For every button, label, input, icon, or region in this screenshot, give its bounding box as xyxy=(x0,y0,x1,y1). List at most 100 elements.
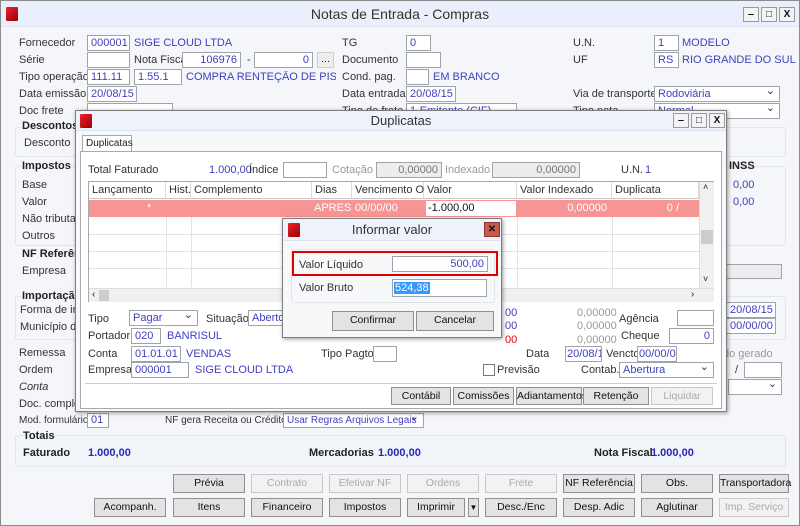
previa-button[interactable]: Prévia xyxy=(173,474,245,493)
col-complemento[interactable]: Complemento xyxy=(191,182,312,199)
indice-input[interactable] xyxy=(283,162,327,178)
valor-bruto-input[interactable]: 524,38 xyxy=(392,279,487,297)
scroll-up-icon[interactable]: ˄ xyxy=(703,182,708,192)
obs-button[interactable]: Obs. xyxy=(641,474,713,493)
serie-input[interactable] xyxy=(87,52,130,68)
ordens-button[interactable]: Ordens xyxy=(407,474,479,493)
maximize-button[interactable]: □ xyxy=(761,7,777,22)
documento-input[interactable] xyxy=(406,52,441,68)
col-lancamento[interactable]: Lançamento xyxy=(89,182,166,199)
conta-select[interactable] xyxy=(728,379,782,395)
uf-input[interactable]: RS xyxy=(654,52,679,68)
scroll-thumb[interactable] xyxy=(701,230,713,244)
descontos-title: Descontos xyxy=(22,120,79,132)
previsao-checkbox[interactable] xyxy=(483,364,495,376)
hscroll-thumb[interactable] xyxy=(99,290,109,301)
conta-label: Conta xyxy=(88,348,118,360)
col-valor[interactable]: Valor xyxy=(424,182,517,199)
cancelar-button[interactable]: Cancelar xyxy=(416,311,494,331)
pedido-input[interactable] xyxy=(744,362,782,378)
acompanh-button[interactable]: Acompanh. xyxy=(94,498,166,517)
minimize-button[interactable]: ‒ xyxy=(743,7,759,22)
liquidar-button[interactable]: Liquidar xyxy=(651,387,713,405)
agencia-input[interactable] xyxy=(677,310,714,326)
contrato-button[interactable]: Contrato xyxy=(251,474,323,493)
contabil-button[interactable]: Contábil xyxy=(391,387,451,405)
empresa-input[interactable]: 000001 xyxy=(131,362,189,378)
scroll-down-icon[interactable]: ˅ xyxy=(703,274,708,284)
importacao-date2-input[interactable]: 00/00/00 xyxy=(726,318,776,334)
close-button[interactable]: ✕ xyxy=(484,222,500,237)
tipo-operacao-input[interactable]: 111.11 xyxy=(87,69,130,85)
col-hist[interactable]: Hist. xyxy=(166,182,191,199)
minimize-button[interactable]: ‒ xyxy=(673,113,689,128)
mod-formulario-input[interactable]: 01 xyxy=(87,413,109,428)
nf-referencia-button[interactable]: NF Referência xyxy=(563,474,635,493)
data-entrada-input[interactable]: 20/08/15 xyxy=(406,86,456,102)
efetivar-nf-button[interactable]: Efetivar NF xyxy=(329,474,401,493)
tipo-label: Tipo xyxy=(88,313,109,325)
contab-label: Contab. xyxy=(581,364,620,376)
conta-input[interactable]: 01.01.01 xyxy=(131,346,181,362)
uf-name: RIO GRANDE DO SUL xyxy=(682,54,796,66)
desc-enc-button[interactable]: Desc./Enc xyxy=(485,498,557,517)
comissoes-button[interactable]: Comissões xyxy=(453,387,514,405)
tg-input[interactable]: 0 xyxy=(406,35,431,51)
imprimir-button[interactable]: Imprimir xyxy=(407,498,465,517)
previsao-label: Previsão xyxy=(497,364,540,376)
cheque-input[interactable]: 0 xyxy=(669,328,714,344)
itens-button[interactable]: Itens xyxy=(173,498,245,517)
aglutinar-button[interactable]: Aglutinar xyxy=(641,498,713,517)
maximize-button[interactable]: □ xyxy=(691,113,707,128)
impostos-button[interactable]: Impostos xyxy=(329,498,401,517)
contab-select[interactable]: Abertura xyxy=(619,362,714,378)
data-input[interactable]: 20/08/15 xyxy=(565,346,602,362)
fornecedor-code-input[interactable]: 000001 xyxy=(87,35,130,51)
tipo-select[interactable]: Pagar xyxy=(129,310,198,326)
cell-valor-input[interactable]: -1.000,00 xyxy=(426,201,516,216)
tab-duplicatas[interactable]: Duplicatas xyxy=(82,135,133,152)
desconto-label: Desconto xyxy=(24,137,71,149)
importacao-date-input[interactable]: 20/08/15 xyxy=(726,302,776,318)
scroll-left-icon[interactable]: ‹ xyxy=(92,289,95,300)
outros-label: Outros xyxy=(22,230,56,242)
adiantamentos-button[interactable]: Adiantamentos xyxy=(516,387,587,405)
close-button[interactable]: X xyxy=(709,113,725,128)
indexado-label: Indexado xyxy=(445,164,491,176)
confirmar-button[interactable]: Confirmar xyxy=(332,311,414,331)
browse-button[interactable]: ... xyxy=(317,52,334,68)
cond-pag-input[interactable] xyxy=(406,69,429,85)
valor-liquido-input[interactable]: 500,00 xyxy=(392,256,488,272)
indexado-input: 0,00000 xyxy=(492,162,580,178)
scroll-right-icon[interactable]: › xyxy=(691,289,694,300)
cfop-input[interactable]: 1.55.1 xyxy=(134,69,182,85)
tipo-pagto-input[interactable] xyxy=(373,346,397,362)
nota-fiscal-suffix-input[interactable]: 0 xyxy=(254,52,313,68)
table-row[interactable]: * APRES 00/00/00 -1.000,00 0,00000 0 / xyxy=(89,200,699,217)
impostos-title: Impostos xyxy=(22,160,71,172)
transportadora-button[interactable]: Transportadora xyxy=(719,474,791,493)
frete-button[interactable]: Frete xyxy=(485,474,557,493)
nf-gera-select[interactable]: Usar Regras Arquivos Legais xyxy=(283,413,424,428)
portador-input[interactable]: 020 xyxy=(131,328,161,344)
un-input[interactable]: 1 xyxy=(654,35,679,51)
retencao-button[interactable]: Retenção xyxy=(583,387,649,405)
via-transporte-select[interactable]: Rodoviária xyxy=(654,86,780,102)
cond-pag-label: Cond. pag. xyxy=(342,71,396,83)
vencto-input[interactable]: 00/00/00 xyxy=(637,346,677,362)
close-button[interactable]: X xyxy=(779,7,795,22)
tipo-pagto-label: Tipo Pagto. xyxy=(321,348,377,360)
cotacao-label: Cotação xyxy=(332,164,373,176)
nota-fiscal-input[interactable]: 106976 xyxy=(182,52,241,68)
col-dias[interactable]: Dias xyxy=(312,182,352,199)
imp-servico-button[interactable]: Imp. Serviço xyxy=(719,498,789,517)
desp-adic-button[interactable]: Desp. Adic xyxy=(563,498,635,517)
data-emissao-input[interactable]: 20/08/15 xyxy=(87,86,137,102)
col-vencimento[interactable]: Vencimento Orig. xyxy=(352,182,439,199)
imprimir-dropdown-icon[interactable]: ▼ xyxy=(468,498,479,517)
col-valor-indexado[interactable]: Valor Indexado xyxy=(517,182,612,199)
col-duplicata[interactable]: Duplicata xyxy=(612,182,699,199)
financeiro-button[interactable]: Financeiro xyxy=(251,498,323,517)
data-emissao-label: Data emissão xyxy=(19,88,87,100)
vertical-scrollbar[interactable]: ˄ ˅ xyxy=(699,182,714,288)
